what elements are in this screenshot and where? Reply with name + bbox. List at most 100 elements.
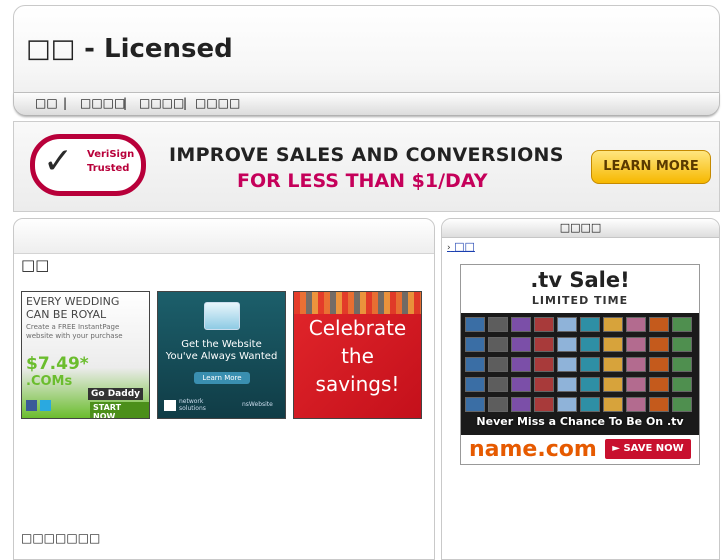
tv-screen-thumbnail [488,337,508,352]
learn-more-button[interactable]: LEARN MORE [591,150,711,184]
godaddy-ad[interactable]: EVERY WEDDING CAN BE ROYAL Create a FREE… [21,291,150,419]
tv-screen-thumbnail [580,357,600,372]
tv-screen-thumbnail [672,357,692,372]
learn-more-button[interactable]: Learn More [194,372,250,384]
start-now-button[interactable]: START NOW [90,402,149,418]
tv-screen-thumbnail [626,377,646,392]
ad-tld: .COMs [26,374,73,389]
ad-text: EVERY WEDDING [26,295,120,308]
tv-screen-thumbnail [488,357,508,372]
monitor-icon [204,302,240,330]
site-header: □□ - Licensed □□ | □□□□ | □□□□ | □□□□ [13,5,720,115]
tv-screen-thumbnail [557,317,577,332]
tv-screen-thumbnail [488,377,508,392]
twitter-icon [40,400,51,411]
tv-screen-thumbnail [465,357,485,372]
facebook-icon [26,400,37,411]
tv-screen-thumbnail [649,397,669,412]
confetti-decoration [294,292,421,314]
sidebar-link[interactable]: › □□ [447,240,475,253]
ad-text: the [341,344,374,368]
main-nav: □□ | □□□□ | □□□□ | □□□□ [14,92,719,115]
tv-screen-thumbnail [534,357,554,372]
network-solutions-ad[interactable]: Get the Website You've Always Wanted Lea… [157,291,286,419]
nav-item-3[interactable]: □□□□ [139,96,184,110]
main-header-bar [14,219,434,254]
tv-screen-thumbnail [511,377,531,392]
ad-brand: network [179,398,204,405]
save-now-button[interactable]: ► SAVE NOW [605,439,691,459]
tv-screen-thumbnail [672,377,692,392]
tv-screen-thumbnail [534,397,554,412]
banner-headline: IMPROVE SALES AND CONVERSIONS [169,144,564,166]
tv-screen-thumbnail [626,397,646,412]
tv-screen-thumbnail [488,397,508,412]
name-com-tv-ad[interactable]: .tv Sale! LIMITED TIME Never Miss a Chan… [460,264,700,465]
nav-separator: | [63,96,68,110]
tv-screen-thumbnail [580,397,600,412]
main-content: □□ EVERY WEDDING CAN BE ROYAL Create a F… [13,218,435,560]
tv-screen-thumbnail [511,317,531,332]
tv-screen-thumbnail [511,397,531,412]
ad-text: Get the Website [181,339,262,350]
tv-ad-tagline: Never Miss a Chance To Be On .tv [476,415,684,428]
ad-text: Create a FREE InstantPage [26,323,120,331]
tv-screen-thumbnail [649,317,669,332]
tv-screen-thumbnail [672,397,692,412]
sidebar-header: □□□□ [442,219,719,238]
tv-screen-thumbnail [465,317,485,332]
tv-screen-thumbnail [603,317,623,332]
tv-screen-thumbnail [557,397,577,412]
tv-screen-thumbnail [511,357,531,372]
verisign-banner-ad[interactable]: ✓ VeriSign Trusted IMPROVE SALES AND CON… [13,121,720,212]
tv-screen-thumbnail [580,317,600,332]
nav-item-home[interactable]: □□ [35,96,58,110]
tv-screen-thumbnail [580,337,600,352]
ad-text: savings! [315,372,400,396]
tv-screen-thumbnail [557,337,577,352]
nav-item-2[interactable]: □□□□ [80,96,125,110]
badge-text: Trusted [87,163,130,174]
tv-ad-title: .tv Sale! [530,268,630,292]
arrow-right-icon: › [447,243,451,253]
nav-separator: | [123,96,128,110]
tv-screen-thumbnail [672,337,692,352]
site-title: □□ - Licensed [26,34,233,64]
checkmark-icon: ✓ [43,141,74,182]
tv-screen-thumbnail [534,337,554,352]
tv-screen-thumbnail [465,377,485,392]
tv-screen-thumbnail [603,357,623,372]
nav-separator: | [183,96,188,110]
ad-price: $7.49* [26,354,89,374]
badge-text: VeriSign [87,149,135,160]
ad-tag: nsWebsite [242,401,273,408]
tv-screen-thumbnail [465,397,485,412]
nav-item-4[interactable]: □□□□ [195,96,240,110]
section-title: □□ [21,256,50,274]
tv-screen-thumbnail [603,377,623,392]
tv-screen-thumbnail [488,317,508,332]
godaddy-logo: Go Daddy [88,388,143,400]
name-com-logo: name.com [469,437,597,462]
sidebar-link-label[interactable]: □□ [454,240,475,253]
tv-screen-thumbnail [534,377,554,392]
tv-screen-thumbnail [626,357,646,372]
ns-logo-icon [164,400,176,411]
ad-brand: solutions [179,405,206,412]
banner-subheadline: FOR LESS THAN $1/DAY [237,170,488,192]
sidebar: □□□□ › □□ .tv Sale! LIMITED TIME Never M… [441,218,720,560]
tv-ad-subtitle: LIMITED TIME [531,294,629,307]
tv-screen-thumbnail [649,357,669,372]
tv-screen-thumbnail [511,337,531,352]
tv-screen-thumbnail [557,357,577,372]
celebrate-savings-ad[interactable]: Celebrate the savings! [293,291,422,419]
tv-screen-thumbnail [603,337,623,352]
ad-text: You've Always Wanted [165,351,278,362]
tv-screen-thumbnail [626,337,646,352]
tv-screen-thumbnail [649,337,669,352]
tv-screen-thumbnail [465,337,485,352]
ad-text: website with your purchase [26,332,123,340]
footer-text: □□□□□□□ [21,531,101,545]
tv-screen-thumbnail [649,377,669,392]
ad-text: Celebrate [308,316,407,340]
